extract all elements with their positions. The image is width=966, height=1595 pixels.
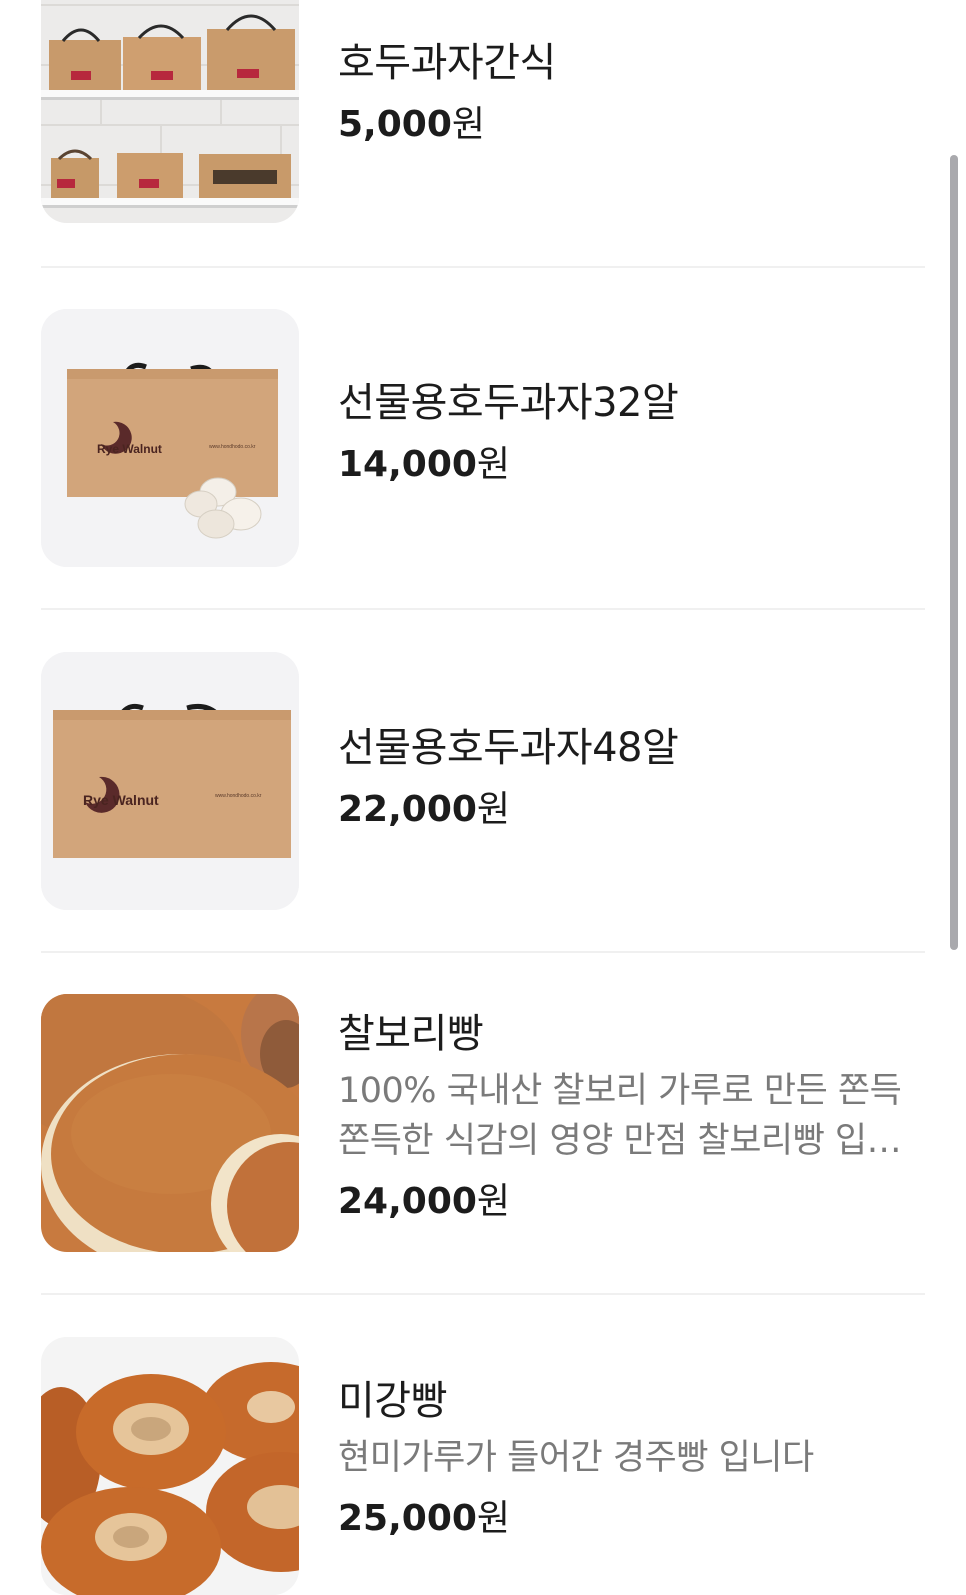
product-thumbnail[interactable] [41, 1337, 299, 1595]
divider [41, 1293, 925, 1295]
product-thumbnail[interactable]: Rye Walnut www.hondhodo.co.kr [41, 652, 299, 910]
gift-box-image: Rye Walnut www.hondhodo.co.kr [41, 309, 299, 567]
product-info: 선물용호두과자48알 22,000원 [338, 722, 918, 834]
product-price: 25,000원 [338, 1498, 511, 1539]
divider [41, 608, 925, 610]
product-name: 찰보리빵 [338, 1011, 484, 1057]
product-name: 선물용호두과자48알 [338, 725, 679, 771]
product-description: 100% 국내산 찰보리 가루로 만든 쫀득쫀득한 식감의 영양 만점 찰보리빵… [338, 1071, 902, 1161]
product-price: 22,000원 [338, 789, 511, 830]
product-price: 14,000원 [338, 444, 511, 485]
product-thumbnail[interactable]: Rye Walnut www.hondhodo.co.kr [41, 309, 299, 567]
product-info: 선물용호두과자32알 14,000원 [338, 377, 918, 489]
product-info: 호두과자간식 5,000원 [338, 37, 918, 149]
scrollbar[interactable] [950, 155, 958, 950]
product-thumbnail[interactable] [41, 994, 299, 1252]
box-url-text: www.hondhodo.co.kr [215, 793, 262, 799]
product-info: 찰보리빵 100% 국내산 찰보리 가루로 만든 쫀득쫀득한 식감의 영양 만점… [338, 1008, 918, 1226]
divider [41, 266, 925, 268]
barley-bread-image [41, 994, 299, 1252]
divider [41, 951, 925, 953]
product-info: 미강빵 현미가루가 들어간 경주빵 입니다 25,000원 [338, 1375, 918, 1543]
box-brand-text: Rye Walnut [83, 792, 159, 808]
product-price: 24,000원 [338, 1181, 511, 1222]
product-name: 미강빵 [338, 1378, 447, 1424]
product-list: 호두과자간식 5,000원 Rye Walnut www.hondhodo.co… [0, 0, 966, 1595]
box-url-text: www.hondhodo.co.kr [209, 444, 256, 450]
product-price: 5,000원 [338, 104, 485, 145]
gift-box-image: Rye Walnut www.hondhodo.co.kr [41, 652, 299, 910]
rice-bran-bread-image [41, 1337, 299, 1595]
product-thumbnail[interactable] [41, 0, 299, 223]
shelf-of-gift-boxes-image [41, 0, 299, 223]
product-description: 현미가루가 들어간 경주빵 입니다 [338, 1438, 814, 1478]
product-name: 선물용호두과자32알 [338, 380, 679, 426]
product-name: 호두과자간식 [338, 40, 556, 86]
box-brand-text: Rye Walnut [97, 442, 162, 456]
